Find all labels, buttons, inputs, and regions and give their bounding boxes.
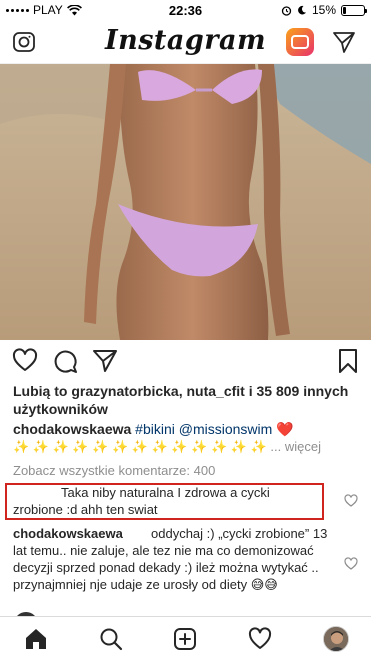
profile-avatar[interactable] (323, 626, 349, 652)
status-right: 15% (281, 3, 367, 17)
bottom-nav (0, 616, 371, 660)
activity-heart-icon[interactable] (248, 627, 272, 651)
comment-item: Taka niby naturalna I zdrowa a cycki zro… (13, 484, 323, 518)
caption-username[interactable]: chodakowskaewa (13, 421, 131, 437)
view-all-comments[interactable]: Zobacz wszystkie komentarze: 400 (13, 462, 358, 480)
post-actions (0, 340, 371, 380)
instagram-logo: Instagram (104, 25, 267, 56)
more-ellipsis: ... (270, 439, 282, 454)
comment-item: chodakowskaewa oddychaj :) „cycki zrobion… (13, 525, 335, 593)
comment-username[interactable]: chodakowskaewa (13, 525, 151, 542)
direct-message-icon[interactable] (332, 30, 356, 54)
bookmark-icon[interactable] (335, 348, 361, 374)
igtv-icon[interactable] (286, 28, 314, 56)
add-post-icon[interactable] (173, 627, 197, 651)
caption-hashtag[interactable]: #bikini (135, 421, 175, 437)
profile-avatar-image (324, 627, 348, 651)
igtv-screen (291, 35, 309, 49)
battery-level (343, 6, 346, 14)
share-icon[interactable] (92, 348, 118, 374)
top-nav: Instagram (0, 20, 371, 64)
comment-text: Taka niby naturalna I zdrowa a cycki zro… (13, 485, 270, 517)
moon-icon (298, 5, 306, 15)
comment-icon[interactable] (52, 348, 78, 374)
comment-like-icon[interactable] (344, 494, 358, 508)
post-photo[interactable] (0, 64, 371, 340)
like-heart-icon[interactable] (12, 348, 38, 374)
caption-heart: ❤️ (276, 421, 294, 437)
post-image (0, 64, 371, 340)
alarm-icon (281, 5, 292, 16)
caption-sparkles: ✨ ✨ ✨ ✨ ✨ ✨ ✨ ✨ ✨ ✨ ✨ ✨ ✨ ... więcej (13, 438, 358, 456)
likes-summary[interactable]: Lubią to grazynatorbicka, nuta_cfit i 35… (13, 382, 358, 418)
search-icon[interactable] (99, 627, 123, 651)
caption-mention[interactable]: @missionswim (179, 421, 273, 437)
status-bar: PLAY 22:36 15% (0, 0, 371, 20)
comment-like-icon[interactable] (344, 557, 358, 571)
home-icon[interactable] (24, 627, 48, 651)
more-link[interactable]: więcej (285, 439, 321, 454)
post-caption: chodakowskaewa #bikini @missionswim ❤️ (13, 420, 358, 438)
battery-icon (341, 4, 367, 16)
sparkles-text: ✨ ✨ ✨ ✨ ✨ ✨ ✨ ✨ ✨ ✨ ✨ ✨ ✨ (13, 439, 267, 454)
battery-percent: 15% (311, 3, 336, 17)
